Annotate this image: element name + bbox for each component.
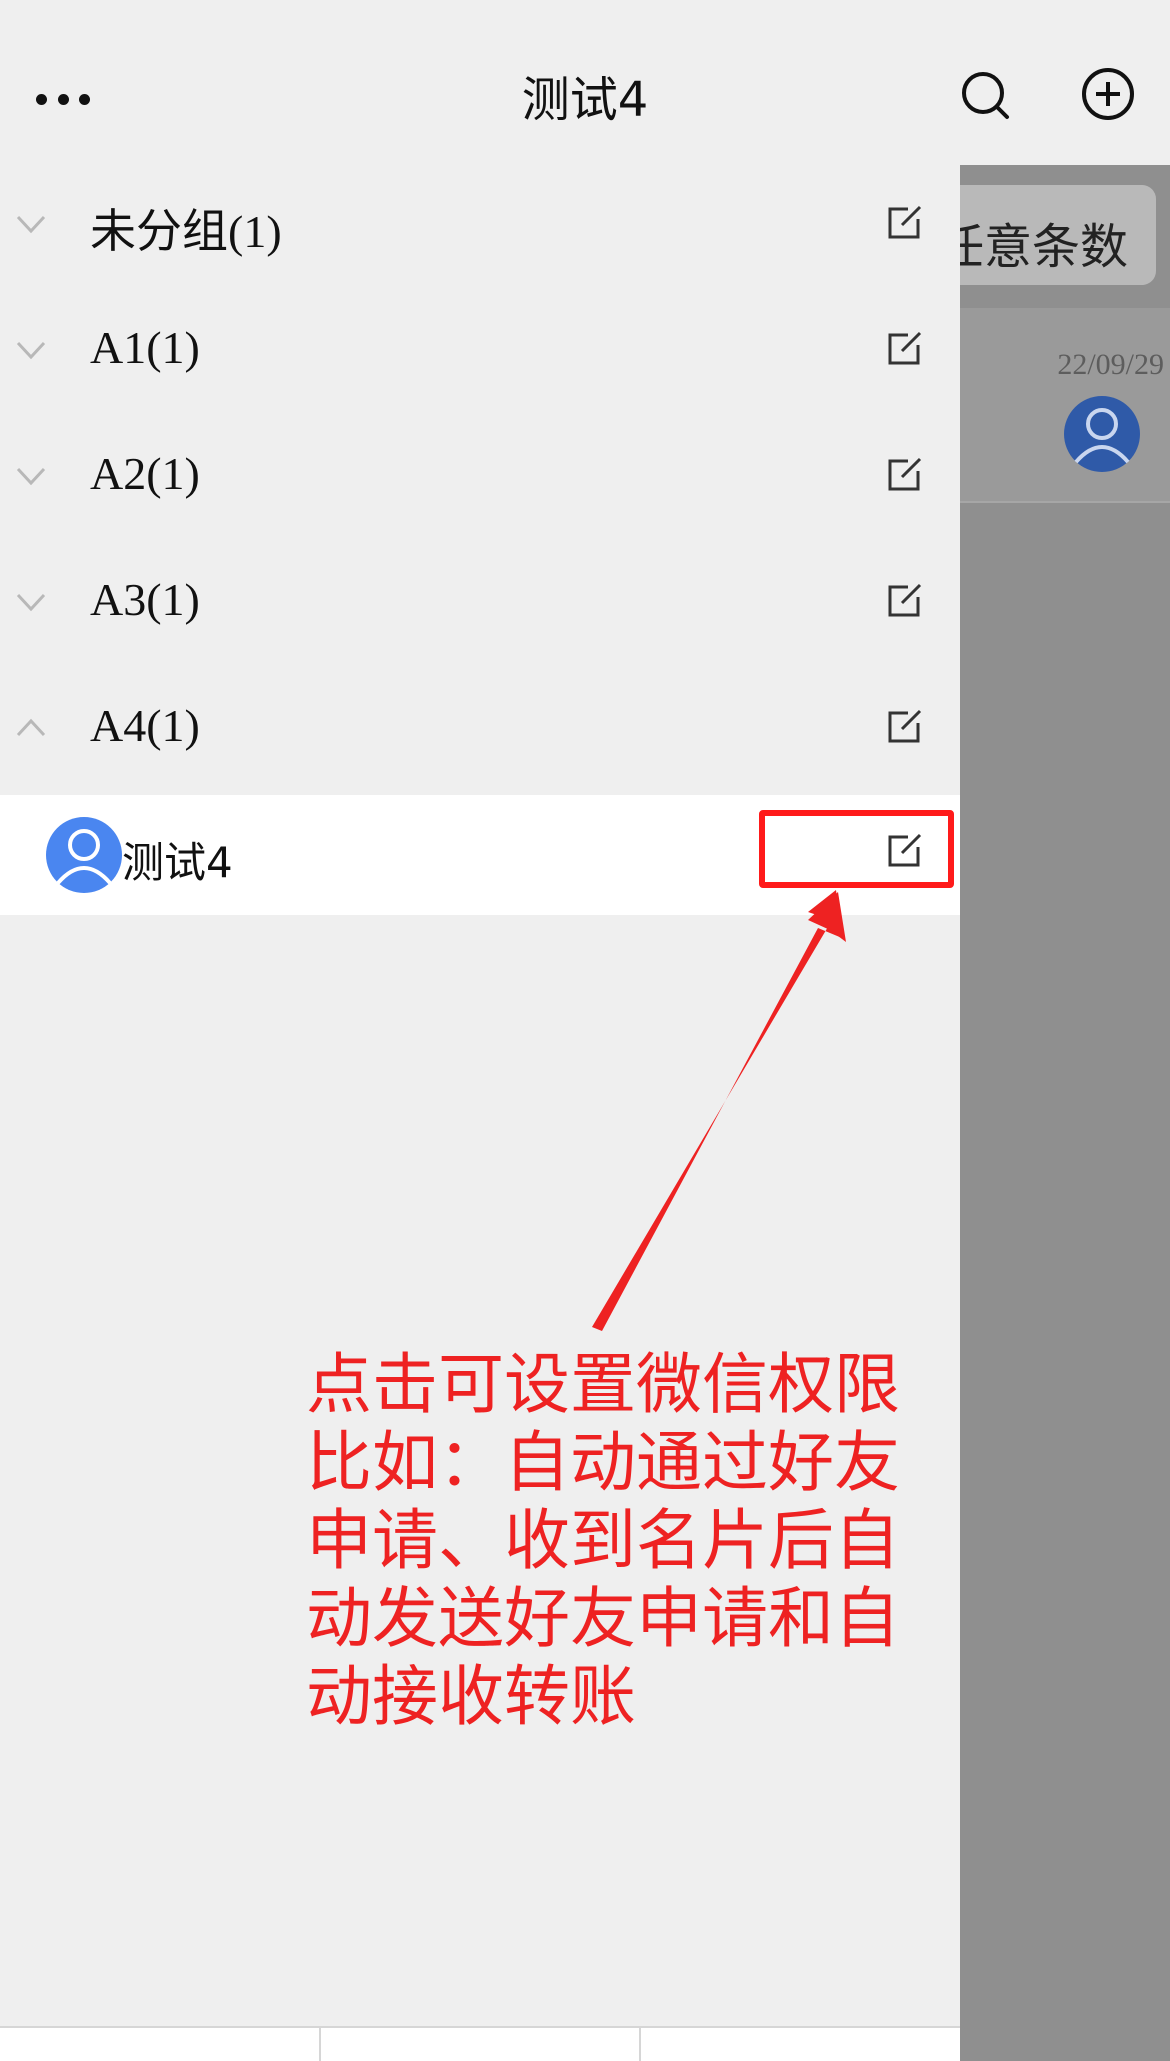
group-label: A4(1): [90, 700, 200, 751]
edit-icon[interactable]: [884, 707, 924, 747]
highlight-box: [759, 810, 954, 888]
search-icon[interactable]: [960, 70, 1012, 122]
group-row-a3[interactable]: A3(1): [0, 543, 960, 669]
group-label: A3(1): [90, 574, 200, 625]
group-row-a1[interactable]: A1(1): [0, 291, 960, 417]
annotation-text: 点击可设置微信权限 比如：自动通过好友 申请、收到名片后自 动发送好友申请和自 …: [306, 1346, 916, 1736]
background-list-row: 22/09/29: [960, 308, 1170, 503]
top-bar: 测试4: [0, 0, 1170, 165]
annotation-line: 比如：自动通过好友: [306, 1424, 900, 1501]
background-date: 22/09/29: [1057, 348, 1164, 381]
group-drawer: 未分组(1) A1(1) A2(1) A3(1) A4(1) 测试4: [0, 165, 960, 2061]
edit-icon[interactable]: [884, 329, 924, 369]
edit-icon[interactable]: [884, 455, 924, 495]
bottom-tab[interactable]: [641, 2028, 960, 2061]
chevron-down-icon: [16, 467, 46, 486]
edit-icon[interactable]: [884, 203, 924, 243]
group-label: A1(1): [90, 322, 200, 373]
annotation-line: 动发送好友申请和自: [306, 1580, 900, 1657]
background-chip-text: 任意条数: [960, 219, 1128, 275]
chevron-down-icon: [16, 341, 46, 360]
add-circle-icon[interactable]: [1080, 66, 1136, 122]
chevron-down-icon: [16, 215, 46, 234]
group-row-ungrouped[interactable]: 未分组(1): [0, 165, 960, 291]
chevron-down-icon: [16, 593, 46, 612]
bottom-tab-bar: [0, 2026, 960, 2061]
annotation-line: 点击可设置微信权限: [306, 1346, 900, 1423]
chevron-up-icon: [16, 718, 46, 737]
bottom-tab[interactable]: [321, 2028, 642, 2061]
avatar-icon: [1064, 396, 1140, 472]
edit-icon[interactable]: [884, 581, 924, 621]
avatar-icon: [46, 817, 122, 893]
bottom-tab[interactable]: [0, 2028, 321, 2061]
group-row-a4[interactable]: A4(1): [0, 669, 960, 795]
background-chip: 任意条数: [960, 185, 1156, 285]
group-row-a2[interactable]: A2(1): [0, 417, 960, 543]
annotation-line: 申请、收到名片后自: [306, 1502, 900, 1579]
group-label: 未分组(1): [90, 206, 282, 257]
annotation-line: 动接收转账: [306, 1658, 636, 1735]
group-label: A2(1): [90, 448, 200, 499]
member-name: 测试4: [122, 838, 233, 887]
background-page-overlay[interactable]: 任意条数 22/09/29: [960, 165, 1170, 2061]
